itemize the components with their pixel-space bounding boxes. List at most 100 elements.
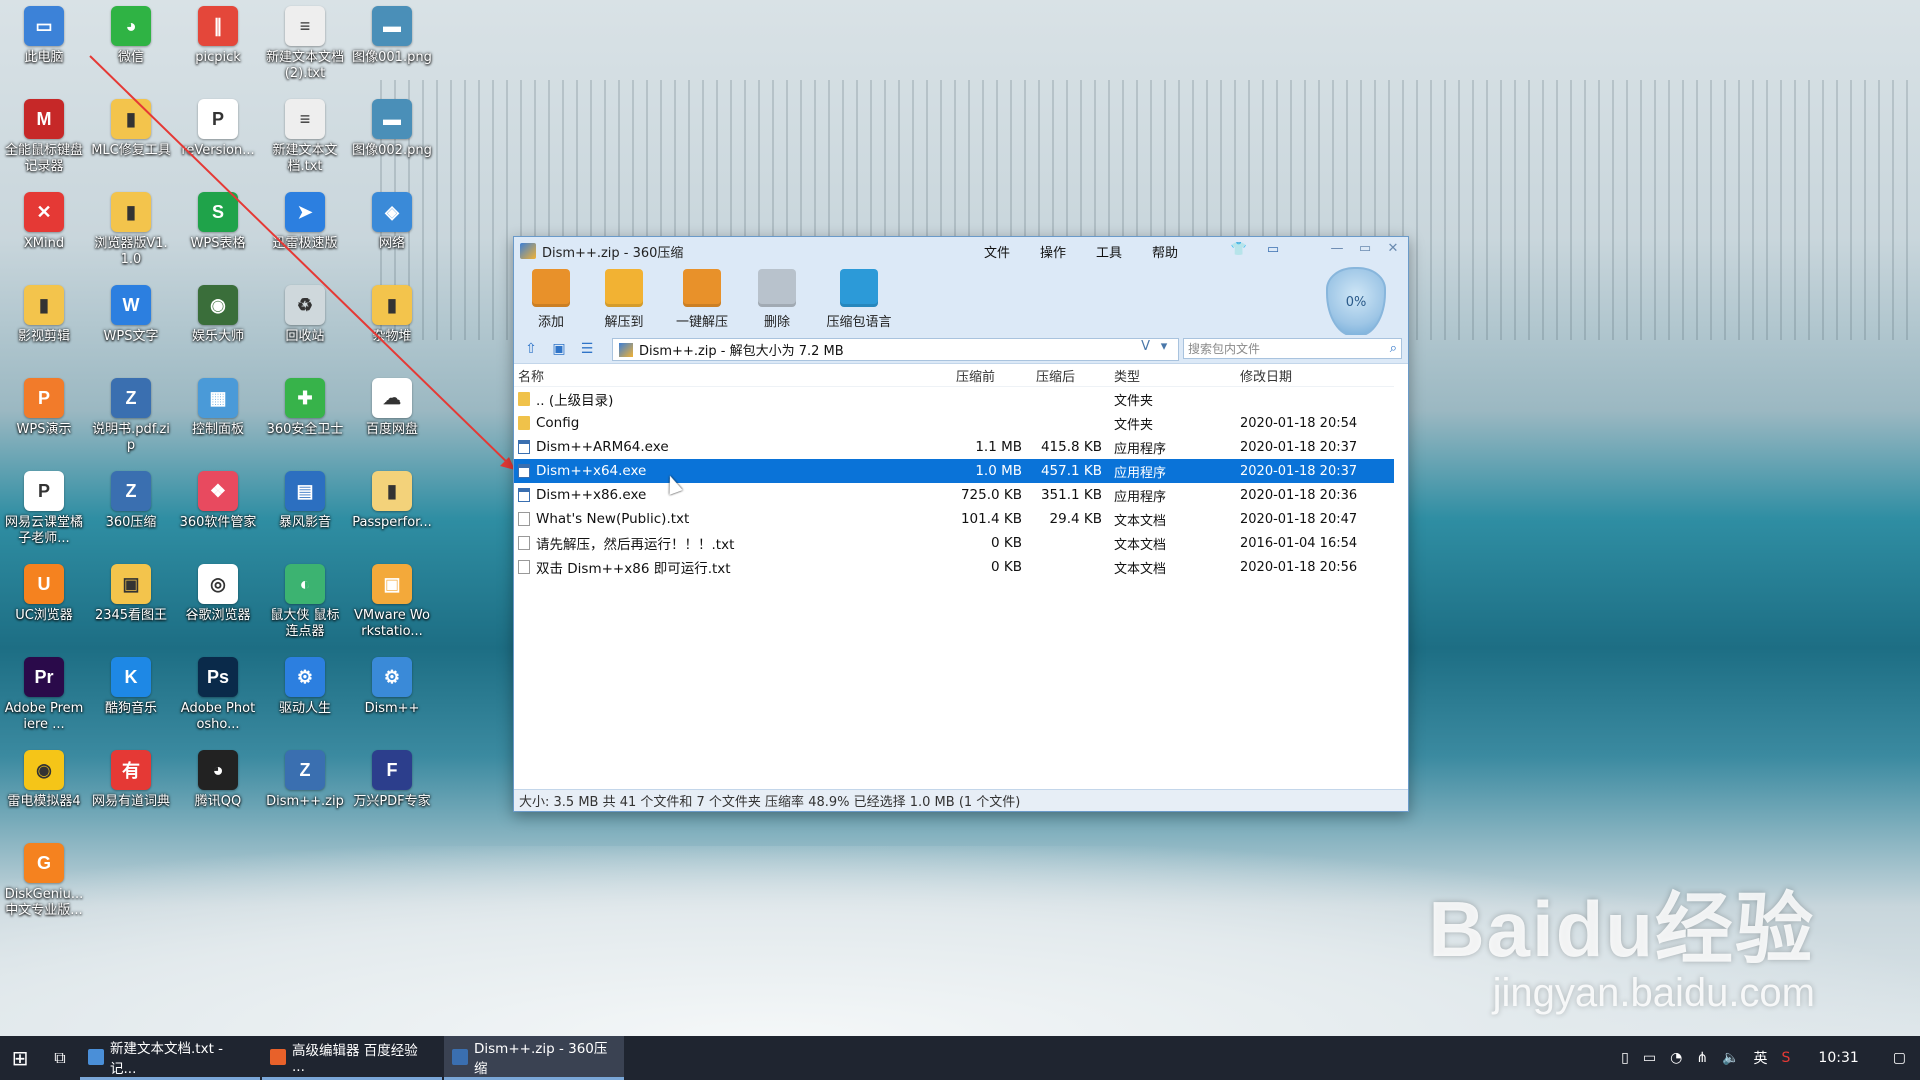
col-size-before[interactable]: 压缩前 (942, 366, 1022, 385)
add-button[interactable]: 添加 (528, 269, 574, 330)
desktop-icon[interactable]: ◐ 鼠大侠 鼠标连点器 (265, 564, 345, 640)
window-controls: — ▭ ✕ (1326, 239, 1404, 257)
network-icon[interactable]: ⋔ (1696, 1050, 1708, 1066)
thumbnail-view-icon[interactable]: ▣ (550, 341, 568, 357)
desktop-icon[interactable]: ≡ 新建文本文档.txt (265, 99, 345, 175)
device-icon[interactable]: ▯ (1621, 1050, 1629, 1066)
desktop-icon[interactable]: ◕ 腾讯QQ (178, 750, 258, 810)
desktop-icon[interactable]: Pr Adobe Premiere ... (4, 657, 84, 733)
desktop-icon[interactable]: F 万兴PDF专家 (352, 750, 432, 810)
desktop-icon[interactable]: ▬ 图像002.png (352, 99, 432, 159)
desktop-icon[interactable]: K 酷狗音乐 (91, 657, 171, 717)
minimize-button[interactable]: — (1326, 239, 1348, 257)
col-name[interactable]: 名称 (514, 366, 942, 385)
file-row[interactable]: Dism++x64.exe 1.0 MB 457.1 KB 应用程序 2020-01-1… (514, 459, 1394, 483)
text-file-icon (518, 560, 530, 574)
desktop-icon[interactable]: ✕ XMind (4, 192, 84, 252)
desktop-icon[interactable]: ▬ 图像001.png (352, 6, 432, 66)
file-row[interactable]: Dism++ARM64.exe 1.1 MB 415.8 KB 应用程序 2020-01… (514, 435, 1394, 459)
desktop-icon[interactable]: ❖ 360软件管家 (178, 471, 258, 531)
desktop-icon[interactable]: ▣ VMware Workstatio... (352, 564, 432, 640)
taskbar-item[interactable]: 新建文本文档.txt - 记... (80, 1036, 260, 1080)
wifi-icon[interactable]: ◔ (1670, 1050, 1682, 1066)
archive-language-button[interactable]: 压缩包语言 (814, 269, 904, 330)
desktop-icon[interactable]: ∥ picpick (178, 6, 258, 66)
desktop-icon[interactable]: ▤ 暴风影音 (265, 471, 345, 531)
taskbar-item[interactable]: 高级编辑器 百度经验 ... (262, 1036, 442, 1080)
desktop-icon[interactable]: Ps Adobe Photosho... (178, 657, 258, 733)
delete-button[interactable]: 删除 (754, 269, 800, 330)
desktop-icon[interactable]: P WPS演示 (4, 378, 84, 438)
up-arrow-icon[interactable]: ⇧ (522, 341, 540, 357)
desktop-icon[interactable]: ◕ 微信 (91, 6, 171, 66)
desktop-icon[interactable]: ▮ MLC修复工具 (91, 99, 171, 159)
menu-help[interactable]: 帮助 (1152, 242, 1178, 261)
battery-icon[interactable]: ▭ (1643, 1050, 1656, 1066)
desktop-icon[interactable]: ◈ 网络 (352, 192, 432, 252)
desktop-icon[interactable]: ▦ 控制面板 (178, 378, 258, 438)
desktop-icon[interactable]: PreVersion... (178, 99, 258, 159)
feedback-icon[interactable]: ▭ (1264, 242, 1282, 258)
search-input[interactable]: 搜索包内文件 ⌕ (1183, 338, 1402, 359)
desktop-icon[interactable]: ▮ Passperfor... (352, 471, 432, 531)
desktop-icon[interactable]: P 网易云课堂橘子老师... (4, 471, 84, 547)
clock[interactable]: 10:31 (1818, 1050, 1858, 1066)
desktop-icon[interactable]: ♻ 回收站 (265, 285, 345, 345)
menu-operate[interactable]: 操作 (1040, 242, 1066, 261)
volume-icon[interactable]: 🔈 (1722, 1050, 1739, 1066)
desktop-icon[interactable]: ◎ 谷歌浏览器 (178, 564, 258, 624)
extract-to-button[interactable]: 解压到 (596, 269, 652, 330)
skin-icon[interactable]: 👕 (1230, 242, 1248, 258)
one-click-extract-button[interactable]: 一键解压 (668, 269, 736, 330)
file-row[interactable]: Config 文件夹 2020-01-18 20:54 (514, 411, 1394, 435)
desktop-icon[interactable]: ➤ 迅雷极速版 (265, 192, 345, 252)
desktop-icon[interactable]: ▮ 杂物堆 (352, 285, 432, 345)
desktop-icon[interactable]: U UC浏览器 (4, 564, 84, 624)
file-row[interactable]: 双击 Dism++x86 即可运行.txt 0 KB 文本文档 2020-01-18 … (514, 555, 1394, 579)
search-icon[interactable]: ⌕ (1390, 341, 1397, 356)
desktop-icon[interactable]: Z 360压缩 (91, 471, 171, 531)
notification-icon[interactable]: ▢ (1893, 1050, 1906, 1066)
col-size-after[interactable]: 压缩后 (1022, 366, 1102, 385)
close-button[interactable]: ✕ (1382, 239, 1404, 257)
file-row[interactable]: 请先解压，然后再运行！！！.txt 0 KB 文本文档 2016-01-04 16:5… (514, 531, 1394, 555)
file-row[interactable]: .. (上级目录) 文件夹 (514, 387, 1394, 411)
desktop-icon[interactable]: S WPS表格 (178, 192, 258, 252)
col-modified[interactable]: 修改日期 (1222, 366, 1362, 385)
desktop-icon[interactable]: W WPS文字 (91, 285, 171, 345)
taskbar-app-icon (88, 1048, 104, 1065)
desktop-icon[interactable]: 有网易有道词典 (91, 750, 171, 810)
sogou-icon[interactable]: S (1782, 1050, 1791, 1066)
col-type[interactable]: 类型 (1102, 366, 1222, 385)
desktop-icon[interactable]: ≡ 新建文本文档 (2).txt (265, 6, 345, 82)
desktop-icon[interactable]: ◉ 雷电模拟器4 (4, 750, 84, 810)
desktop-icon[interactable]: ◉ 娱乐大师 (178, 285, 258, 345)
desktop-icon[interactable]: ▭ 此电脑 (4, 6, 84, 66)
desktop-icon[interactable]: G DiskGeniu... 中文专业版... (4, 843, 84, 919)
desktop-icon[interactable]: ▮ 浏览器版V1.1.0 (91, 192, 171, 268)
task-view-icon[interactable]: ⧉ (40, 1036, 80, 1080)
menu-tools[interactable]: 工具 (1096, 242, 1122, 261)
desktop-icon[interactable]: Z 说明书.pdf.zip (91, 378, 171, 454)
list-view-icon[interactable]: ☰ (578, 341, 596, 357)
app-icon: ❖ (198, 471, 238, 511)
path-field[interactable]: Dism++.zip - 解包大小为 7.2 MB V ▾ (612, 338, 1179, 361)
taskbar-item[interactable]: Dism++.zip - 360压缩 (444, 1036, 624, 1080)
desktop-icon[interactable]: ✚ 360安全卫士 (265, 378, 345, 438)
menu-file[interactable]: 文件 (984, 242, 1010, 261)
desktop-icon[interactable]: ⚙ 驱动人生 (265, 657, 345, 717)
windows-start-icon[interactable]: ⊞ (0, 1036, 40, 1080)
desktop-icon[interactable]: ▣ 2345看图王 (91, 564, 171, 624)
maximize-button[interactable]: ▭ (1354, 239, 1376, 257)
desktop-icon[interactable]: M 全能鼠标键盘记录器 (4, 99, 84, 175)
exe-file-icon (518, 440, 530, 454)
ime-indicator[interactable]: 英 (1754, 1048, 1768, 1068)
desktop-icon[interactable]: ☁ 百度网盘 (352, 378, 432, 438)
desktop-icon[interactable]: ⚙ Dism++ (352, 657, 432, 717)
desktop-icon[interactable]: ▮ 影视剪辑 (4, 285, 84, 345)
file-row[interactable]: What's New(Public).txt 101.4 KB 29.4 KB 文本文… (514, 507, 1394, 531)
file-row[interactable]: Dism++x86.exe 725.0 KB 351.1 KB 应用程序 2020-01… (514, 483, 1394, 507)
desktop-icon[interactable]: Z Dism++.zip (265, 750, 345, 810)
title-bar[interactable]: Dism++.zip - 360压缩 文件 操作 工具 帮助 👕 ▭ — ▭ ✕ (514, 237, 1408, 265)
chevron-down-icon[interactable]: ▾ (1154, 339, 1174, 354)
